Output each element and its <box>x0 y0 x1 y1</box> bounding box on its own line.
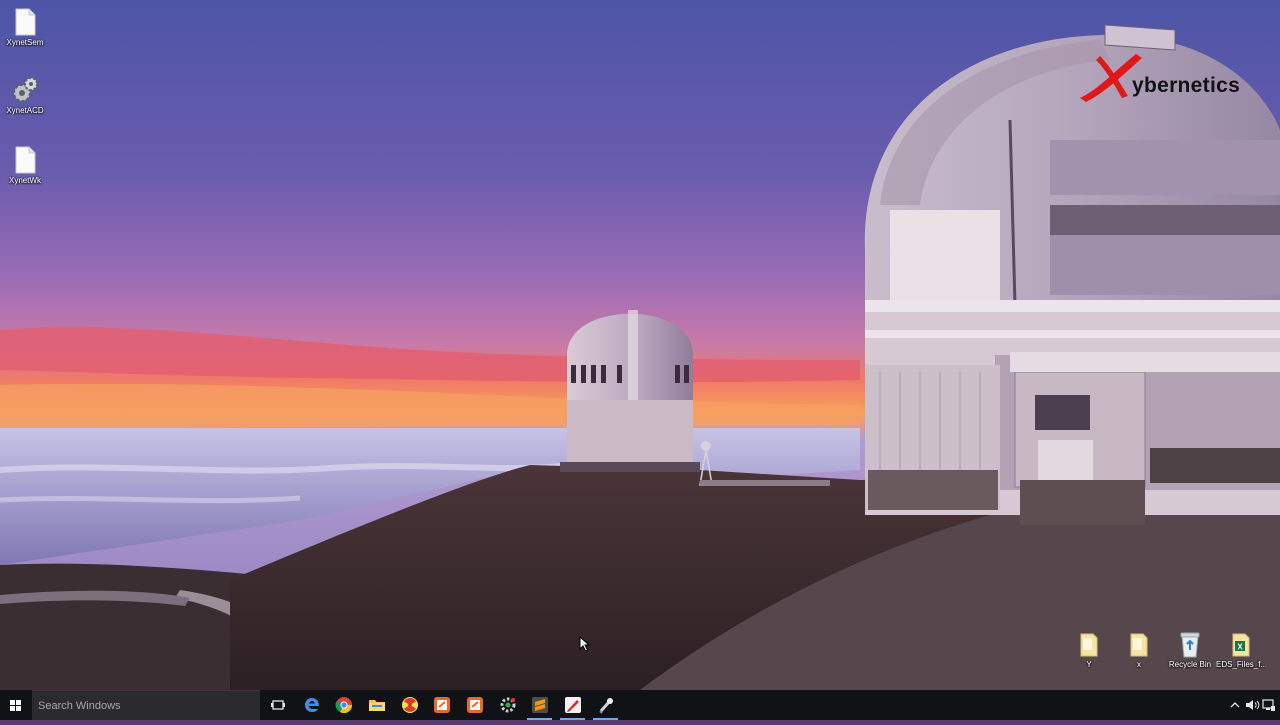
gear-app-icon <box>500 697 515 713</box>
taskbar-chrome-button[interactable] <box>327 690 360 720</box>
recycle-bin-icon <box>1180 632 1200 658</box>
gears-settings-icon <box>13 77 38 102</box>
desktop-icon-x-folder[interactable]: x <box>1114 632 1164 669</box>
taskbar <box>0 690 1280 720</box>
desktop-icon-xynetwk[interactable]: XynetWk <box>0 146 50 185</box>
taskbar-orange-app-2-button[interactable] <box>458 690 491 720</box>
blank-file-icon <box>15 146 36 174</box>
desktop-icon-eds-files[interactable]: X EDS_Files_f... <box>1216 632 1266 669</box>
network-icon[interactable] <box>1262 698 1276 712</box>
red-pen-app-icon <box>564 697 581 713</box>
taskbar-sublime-text-button[interactable] <box>523 690 556 720</box>
orange-square-app-icon <box>466 697 483 713</box>
wand-app-icon <box>598 698 613 714</box>
taskbar-gear-app-button[interactable] <box>491 690 524 720</box>
task-view-button[interactable] <box>261 690 294 720</box>
taskbar-search-box[interactable] <box>32 690 260 720</box>
taskbar-edge-button[interactable] <box>295 690 328 720</box>
mouse-cursor-icon <box>579 636 591 652</box>
svg-text:X: X <box>1237 643 1243 652</box>
system-tray <box>1228 690 1280 720</box>
desktop-icon-recycle-bin[interactable]: Recycle Bin <box>1165 630 1215 669</box>
desktop-icon-label: Recycle Bin <box>1168 660 1212 669</box>
search-input[interactable] <box>36 696 250 716</box>
taskbar-orange-app-1-button[interactable] <box>425 690 458 720</box>
task-view-icon <box>270 700 285 710</box>
excel-file-icon: X <box>1232 633 1250 657</box>
chrome-browser-icon <box>335 697 352 714</box>
desktop-icon-label: XynetWk <box>8 176 41 185</box>
desktop-icon-xynetsem[interactable]: XynetSem <box>0 8 50 47</box>
desktop-icon-label: Y <box>1086 660 1092 669</box>
desktop-icon-label: XynetACD <box>6 106 44 115</box>
chevron-up-icon[interactable] <box>1228 700 1242 710</box>
desktop-icon-label: XynetSem <box>6 38 44 47</box>
radiation-icon <box>401 697 418 713</box>
desktop-icon-xynetacd[interactable]: XynetACD <box>0 76 50 115</box>
desktop-icon-label: EDS_Files_f... <box>1216 660 1266 669</box>
taskbar-wand-app-button[interactable] <box>589 690 622 720</box>
taskbar-radiation-app-button[interactable] <box>393 690 426 720</box>
volume-icon[interactable] <box>1244 698 1260 712</box>
windows-logo-icon <box>10 700 21 711</box>
taskbar-red-pen-app-button[interactable] <box>556 690 589 720</box>
folder-icon <box>1130 633 1148 657</box>
sublime-text-icon <box>531 697 548 713</box>
start-button[interactable] <box>0 690 32 720</box>
taskbar-file-explorer-button[interactable] <box>360 690 393 720</box>
folder-icon <box>1080 633 1098 657</box>
orange-square-app-icon <box>433 697 450 713</box>
folder-icon <box>368 700 385 711</box>
xybernetics-logo: ybernetics <box>1078 50 1268 102</box>
blank-file-icon <box>15 8 36 36</box>
desktop-icon-y-folder[interactable]: Y <box>1064 632 1114 669</box>
desktop-wallpaper <box>0 0 1280 690</box>
logo-text: ybernetics <box>1132 74 1241 97</box>
desktop-icon-label: x <box>1137 660 1141 669</box>
edge-browser-icon <box>304 698 319 712</box>
